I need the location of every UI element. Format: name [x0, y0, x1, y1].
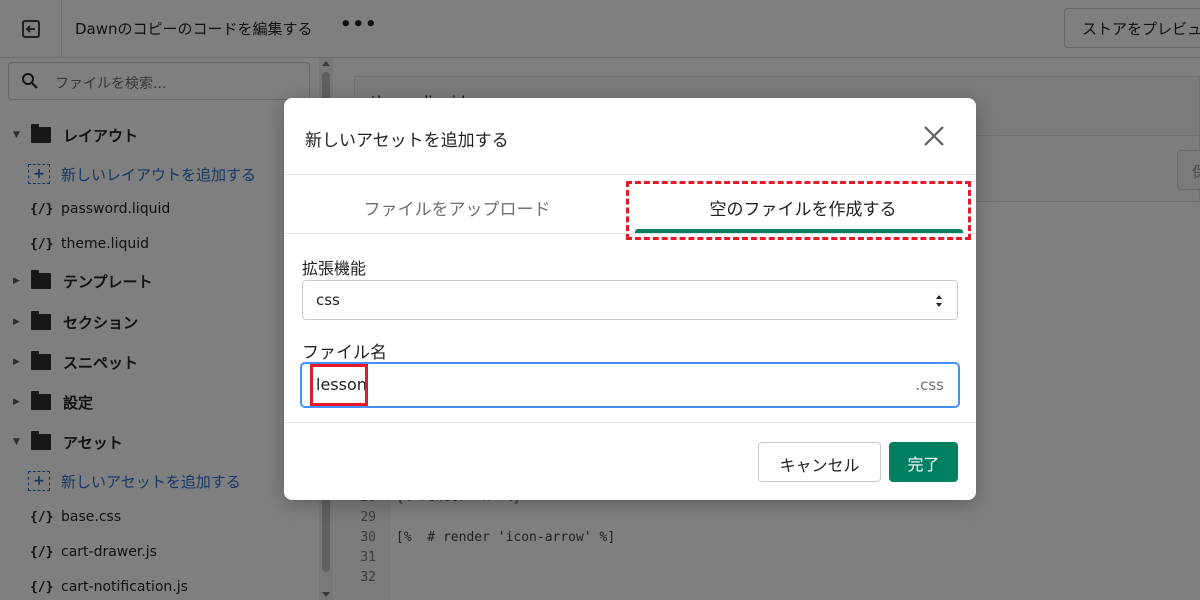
- done-button[interactable]: 完了: [889, 442, 958, 482]
- add-asset-modal: 新しいアセットを追加する ファイルをアップロード 空のファイルを作成する 拡張機…: [284, 98, 976, 500]
- close-icon[interactable]: [920, 122, 948, 150]
- annotation-solid-highlight: [310, 364, 368, 406]
- select-arrows-icon: [936, 295, 942, 307]
- filename-input[interactable]: lesson .css: [300, 362, 960, 408]
- modal-footer: キャンセル 完了: [284, 422, 976, 500]
- cancel-button[interactable]: キャンセル: [758, 442, 881, 482]
- filename-suffix: .css: [915, 376, 944, 394]
- extension-select[interactable]: css: [302, 280, 958, 320]
- filename-label: ファイル名: [302, 343, 387, 363]
- modal-header: 新しいアセットを追加する: [284, 98, 976, 175]
- tab-upload-file[interactable]: ファイルをアップロード: [284, 175, 630, 234]
- extension-label: 拡張機能: [302, 259, 367, 278]
- modal-title: 新しいアセットを追加する: [305, 131, 509, 151]
- annotation-dashed-highlight: [626, 181, 971, 240]
- extension-select-value: css: [316, 291, 340, 309]
